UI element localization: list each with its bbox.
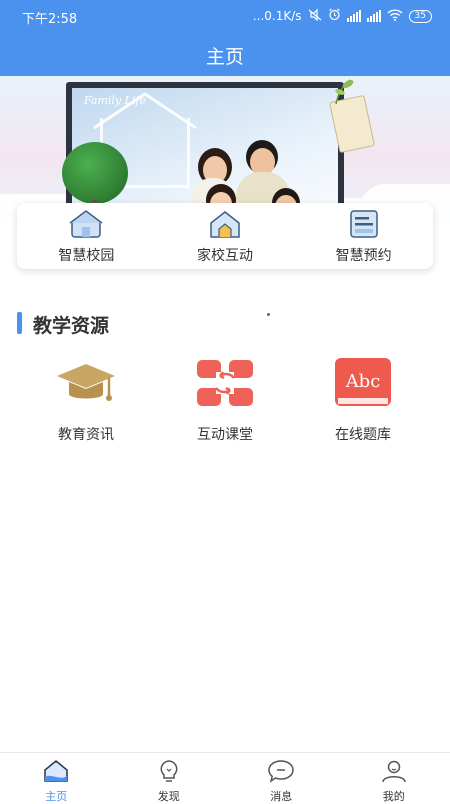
campus-house-icon [68,209,104,239]
abc-book-icon: Abc [332,356,394,410]
alarm-icon [328,8,341,24]
section-accent-bar [17,312,22,334]
quick-action-smart-appointment[interactable]: 智慧预约 [294,203,433,269]
tab-label: 我的 [338,788,450,804]
tab-profile[interactable]: 我的 [338,753,450,800]
bottom-tab-bar: 主页 发现 消息 我的 [0,752,450,800]
home-icon [42,759,70,783]
message-bubble-icon [267,759,295,783]
tab-label: 主页 [0,788,113,804]
battery-icon: 35 [409,10,432,23]
resource-online-question-bank[interactable]: Abc 在线题库 [303,356,423,444]
tab-discover[interactable]: 发现 [113,753,226,800]
quick-action-label: 家校互动 [156,245,295,265]
resource-education-news[interactable]: 教育资讯 [26,356,146,444]
tree-illustration [62,142,128,204]
quick-action-label: 智慧预约 [294,245,433,265]
book-abc-text: Abc [345,371,381,392]
resource-label: 教育资讯 [26,424,146,444]
status-bar: 下午2:58 ...0.1K/s 35 [0,0,450,32]
resource-interactive-class[interactable]: 互动课堂 [165,356,285,444]
signal-icon [347,10,361,22]
decorative-dot [267,313,270,316]
mute-icon [308,9,322,24]
resource-label: 在线题库 [303,424,423,444]
tab-label: 消息 [225,788,338,804]
home-school-icon [207,209,243,239]
lightbulb-icon [155,759,183,783]
quick-action-smart-campus[interactable]: 智慧校园 [17,203,156,269]
graduation-cap-icon [55,356,117,410]
resource-label: 互动课堂 [165,424,285,444]
wifi-icon [387,9,403,24]
page-title: 主页 [0,42,450,69]
status-icons: ...0.1K/s 35 [253,8,432,24]
quick-action-home-school[interactable]: 家校互动 [156,203,295,269]
network-speed: ...0.1K/s [253,9,302,23]
user-icon [380,759,408,783]
section-title: 教学资源 [33,311,109,338]
interactive-class-icon [194,356,256,410]
status-time: 下午2:58 [22,8,77,27]
appointment-card-icon [346,209,382,239]
signal-2-icon [367,10,381,22]
tab-home[interactable]: 主页 [0,753,113,800]
app-header: 下午2:58 ...0.1K/s 35 主页 [0,0,450,76]
tab-label: 发现 [113,788,226,804]
tab-messages[interactable]: 消息 [225,753,338,800]
quick-action-label: 智慧校园 [17,245,156,265]
quick-actions-card: 智慧校园 家校互动 智慧预约 [17,203,433,269]
